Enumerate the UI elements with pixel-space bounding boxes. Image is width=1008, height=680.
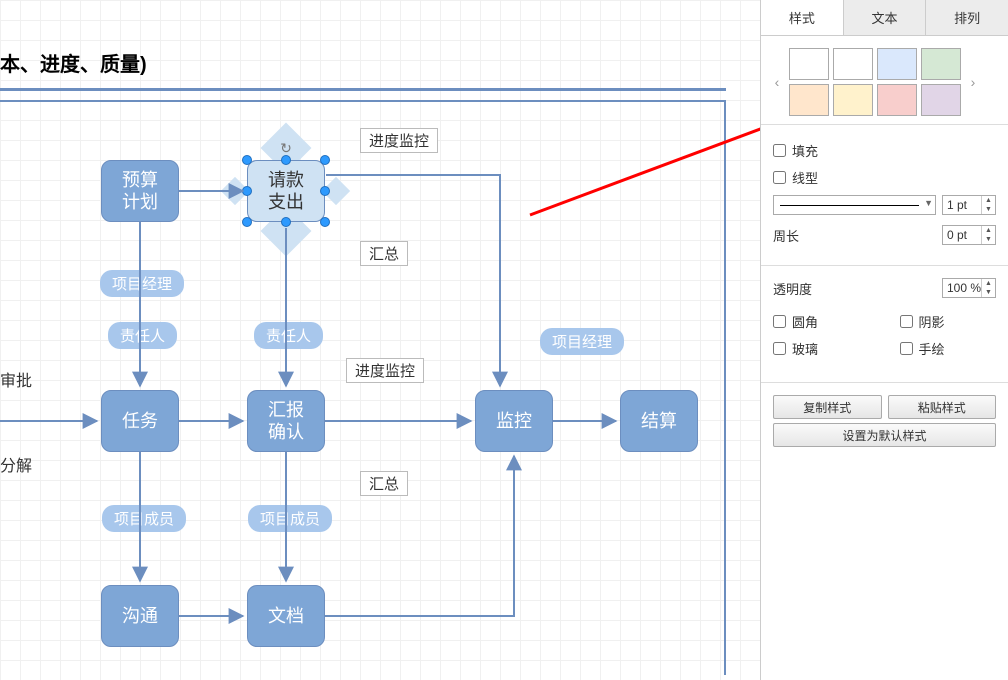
node-task[interactable]: 任务 xyxy=(101,390,179,452)
shadow-checkbox[interactable] xyxy=(900,315,913,328)
swatch-purple[interactable] xyxy=(921,84,961,116)
fill-label: 填充 xyxy=(792,141,818,160)
swatch-grid xyxy=(789,48,961,116)
resize-handle[interactable] xyxy=(281,155,291,165)
title-underline xyxy=(0,88,726,91)
fill-checkbox-row[interactable]: 填充 xyxy=(773,141,996,160)
glass-checkbox-row[interactable]: 玻璃 xyxy=(773,339,870,358)
perimeter-stepper[interactable]: 0 pt ▲▼ xyxy=(942,225,996,245)
swatch-next-icon[interactable]: › xyxy=(967,74,979,90)
resize-handle[interactable] xyxy=(320,217,330,227)
node-settle[interactable]: 结算 xyxy=(620,390,698,452)
copy-style-button[interactable]: 复制样式 xyxy=(773,395,882,419)
sketch-label: 手绘 xyxy=(919,339,945,358)
swatch-white[interactable] xyxy=(789,48,829,80)
pill-owner1[interactable]: 责任人 xyxy=(108,322,177,349)
page-title: 本、进度、质量) xyxy=(0,48,147,77)
tab-arrange[interactable]: 排列 xyxy=(926,0,1008,35)
glass-checkbox[interactable] xyxy=(773,342,786,355)
sketch-checkbox[interactable] xyxy=(900,342,913,355)
fill-checkbox[interactable] xyxy=(773,144,786,157)
pill-member1[interactable]: 项目成员 xyxy=(102,505,186,532)
label-approve: 审批 xyxy=(0,367,32,391)
sidebar-tabs: 样式 文本 排列 xyxy=(761,0,1008,36)
swatch-red[interactable] xyxy=(877,84,917,116)
node-monitor[interactable]: 监控 xyxy=(475,390,553,452)
tag-progress1[interactable]: 进度监控 xyxy=(360,128,438,153)
set-default-style-button[interactable]: 设置为默认样式 xyxy=(773,423,996,447)
diagram-canvas[interactable]: 本、进度、质量) 审批 分解 预算 计划 请款 支出 ↻ 任务 汇报 确认 监控… xyxy=(0,0,760,680)
style-sidebar: 样式 文本 排列 ‹ › 填充 线型 ▼ 1 pt xyxy=(760,0,1008,680)
pill-pm2[interactable]: 项目经理 xyxy=(540,328,624,355)
rounded-label: 圆角 xyxy=(792,312,818,331)
stroke-label: 线型 xyxy=(792,168,818,187)
resize-handle[interactable] xyxy=(320,186,330,196)
swatch-green[interactable] xyxy=(921,48,961,80)
swatch-white2[interactable] xyxy=(833,48,873,80)
resize-handle[interactable] xyxy=(242,217,252,227)
perimeter-label: 周长 xyxy=(773,226,799,245)
pill-owner2[interactable]: 责任人 xyxy=(254,322,323,349)
sketch-checkbox-row[interactable]: 手绘 xyxy=(900,339,997,358)
resize-handle[interactable] xyxy=(242,155,252,165)
color-swatch-row: ‹ › xyxy=(761,36,1008,116)
node-comm[interactable]: 沟通 xyxy=(101,585,179,647)
shadow-checkbox-row[interactable]: 阴影 xyxy=(900,312,997,331)
tag-summary1[interactable]: 汇总 xyxy=(360,241,408,266)
rounded-checkbox-row[interactable]: 圆角 xyxy=(773,312,870,331)
stroke-width-stepper[interactable]: 1 pt ▲▼ xyxy=(942,195,996,215)
opacity-label: 透明度 xyxy=(773,279,812,298)
shadow-label: 阴影 xyxy=(919,312,945,331)
swatch-prev-icon[interactable]: ‹ xyxy=(771,74,783,90)
resize-handle[interactable] xyxy=(281,217,291,227)
node-report[interactable]: 汇报 确认 xyxy=(247,390,325,452)
tab-style[interactable]: 样式 xyxy=(761,0,844,35)
tab-text[interactable]: 文本 xyxy=(844,0,927,35)
swatch-orange[interactable] xyxy=(789,84,829,116)
label-decompose: 分解 xyxy=(0,452,32,476)
tag-summary2[interactable]: 汇总 xyxy=(360,471,408,496)
swatch-blue[interactable] xyxy=(877,48,917,80)
stroke-style-dropdown[interactable]: ▼ xyxy=(773,195,936,215)
stroke-checkbox-row[interactable]: 线型 xyxy=(773,168,996,187)
paste-style-button[interactable]: 粘贴样式 xyxy=(888,395,997,419)
tag-progress2[interactable]: 进度监控 xyxy=(346,358,424,383)
rounded-checkbox[interactable] xyxy=(773,315,786,328)
resize-handle[interactable] xyxy=(320,155,330,165)
stroke-width-value: 1 pt xyxy=(947,198,967,212)
perimeter-value: 0 pt xyxy=(947,228,967,242)
node-doc[interactable]: 文档 xyxy=(247,585,325,647)
opacity-stepper[interactable]: 100 % ▲▼ xyxy=(942,278,996,298)
node-payout-selected[interactable]: 请款 支出 xyxy=(247,160,325,222)
stroke-checkbox[interactable] xyxy=(773,171,786,184)
opacity-value: 100 % xyxy=(947,281,981,295)
node-budget[interactable]: 预算 计划 xyxy=(101,160,179,222)
glass-label: 玻璃 xyxy=(792,339,818,358)
swatch-yellow[interactable] xyxy=(833,84,873,116)
pill-pm1[interactable]: 项目经理 xyxy=(100,270,184,297)
resize-handle[interactable] xyxy=(242,186,252,196)
pill-member2[interactable]: 项目成员 xyxy=(248,505,332,532)
